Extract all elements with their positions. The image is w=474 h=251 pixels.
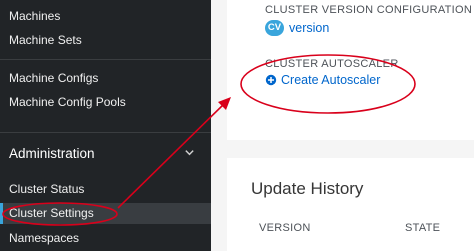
sidebar-nav: Machines Machine Sets Machine Configs Ma… bbox=[0, 0, 211, 251]
sidebar-item-machine-config-pools[interactable]: Machine Config Pools bbox=[9, 95, 126, 109]
sidebar-item-namespaces[interactable]: Namespaces bbox=[9, 231, 79, 245]
sidebar-section-label: Administration bbox=[9, 146, 95, 161]
update-history-title: Update History bbox=[251, 179, 364, 198]
sidebar-item-cluster-settings[interactable]: Cluster Settings bbox=[9, 206, 94, 220]
plus-circle-icon[interactable] bbox=[265, 74, 277, 86]
sidebar-item-machine-sets[interactable]: Machine Sets bbox=[9, 33, 82, 47]
version-column-header[interactable]: VERSION bbox=[259, 222, 311, 234]
cluster-settings-details-card: CLUSTER VERSION CONFIGURATION CV version… bbox=[227, 0, 474, 140]
sidebar-divider bbox=[0, 59, 211, 60]
chevron-down-icon bbox=[185, 150, 194, 156]
app-window: Machines Machine Sets Machine Configs Ma… bbox=[0, 0, 474, 251]
update-history-card: Update History VERSION STATE bbox=[227, 158, 474, 251]
cluster-autoscaler-label: CLUSTER AUTOSCALER bbox=[265, 58, 399, 70]
create-autoscaler-link[interactable]: Create Autoscaler bbox=[281, 73, 380, 87]
sidebar-item-machine-configs[interactable]: Machine Configs bbox=[9, 71, 98, 85]
cluster-version-configuration-label: CLUSTER VERSION CONFIGURATION bbox=[265, 4, 473, 16]
state-column-header[interactable]: STATE bbox=[405, 222, 440, 234]
sidebar-item-cluster-status[interactable]: Cluster Status bbox=[9, 182, 84, 196]
sidebar-active-accent bbox=[0, 203, 3, 224]
sidebar-section-administration[interactable]: Administration bbox=[0, 133, 211, 176]
main-content: CLUSTER VERSION CONFIGURATION CV version… bbox=[211, 0, 474, 251]
cv-resource-badge: CV bbox=[265, 20, 284, 36]
cluster-version-link[interactable]: version bbox=[289, 21, 329, 35]
sidebar-item-machines[interactable]: Machines bbox=[9, 9, 60, 23]
